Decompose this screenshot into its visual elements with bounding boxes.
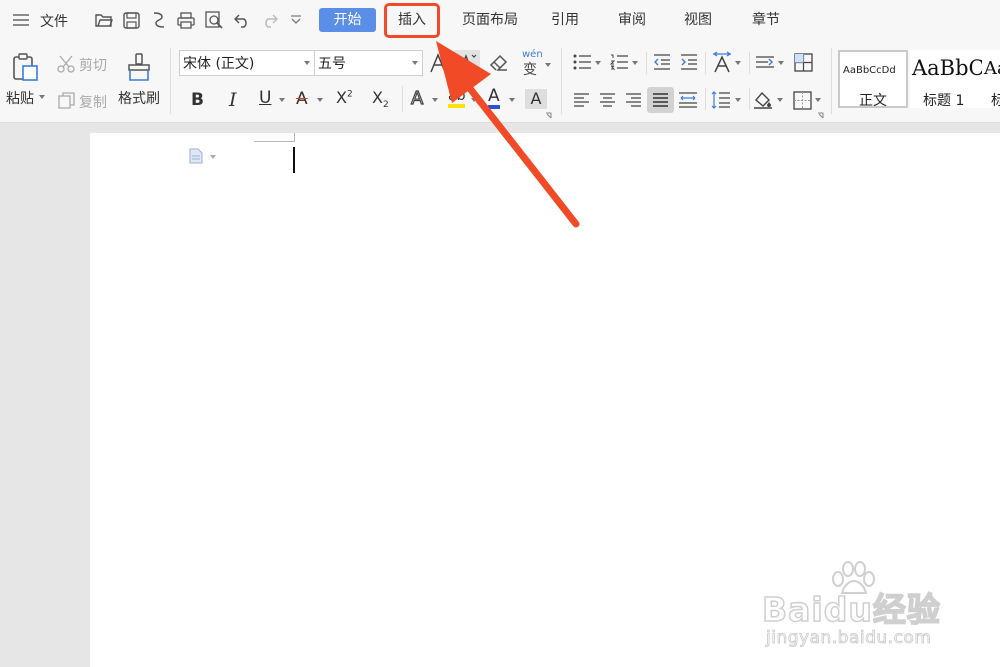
annotation-arrow (436, 41, 580, 228)
